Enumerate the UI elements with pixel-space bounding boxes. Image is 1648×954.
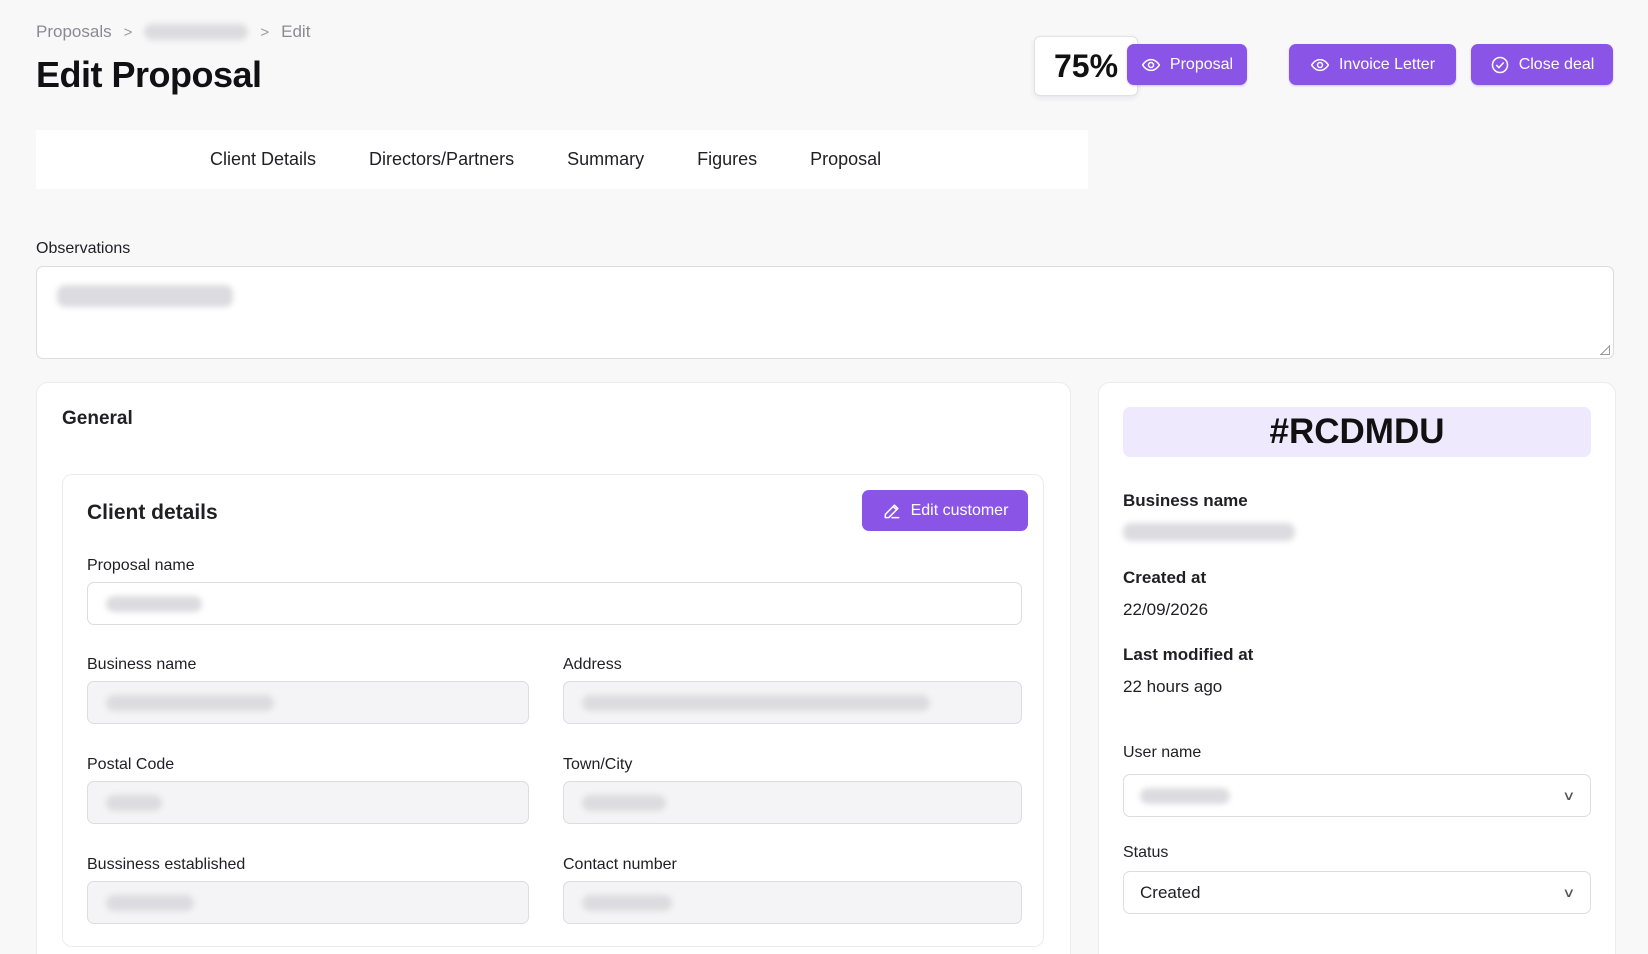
status-label: Status — [1123, 844, 1169, 861]
proposal-name-value-redacted — [106, 595, 202, 612]
view-invoice-letter-button[interactable]: Invoice Letter — [1289, 44, 1456, 85]
proposal-reference-code: #RCDMDU — [1123, 407, 1591, 457]
chevron-down-icon: ∨ — [1562, 884, 1576, 900]
postal-code-value-redacted — [106, 794, 162, 811]
view-proposal-button[interactable]: Proposal — [1127, 44, 1247, 85]
close-deal-button[interactable]: Close deal — [1471, 44, 1613, 85]
breadcrumb-current: Edit — [281, 22, 311, 41]
business-name-value-redacted — [106, 694, 274, 711]
breadcrumb-separator: > — [123, 23, 133, 41]
business-established-label: Bussiness established — [87, 856, 246, 873]
user-name-select[interactable]: ∨ — [1123, 774, 1591, 817]
eye-icon — [1310, 58, 1330, 71]
town-city-label: Town/City — [563, 756, 633, 773]
completion-badge: 75% — [1034, 36, 1138, 96]
address-input[interactable] — [563, 681, 1022, 724]
business-name-label: Business name — [87, 656, 197, 673]
contact-number-label: Contact number — [563, 856, 677, 873]
status-select[interactable]: Created ∨ — [1123, 871, 1591, 914]
chevron-down-icon: ∨ — [1562, 787, 1576, 803]
client-details-card: Client details Edit customer Proposal na… — [62, 474, 1044, 947]
postal-code-label: Postal Code — [87, 756, 175, 773]
observations-text-redacted — [57, 285, 233, 307]
status-value: Created — [1140, 882, 1201, 902]
breadcrumb-proposals-link[interactable]: Proposals — [36, 22, 112, 42]
created-at-value: 22/09/2026 — [1123, 600, 1209, 619]
close-deal-label: Close deal — [1518, 55, 1595, 73]
view-proposal-label: Proposal — [1169, 55, 1234, 73]
edit-customer-label: Edit customer — [910, 501, 1009, 519]
breadcrumb-separator: > — [260, 23, 270, 41]
pencil-icon — [884, 503, 900, 518]
business-established-input[interactable] — [87, 881, 529, 924]
eye-icon — [1141, 58, 1161, 71]
user-name-label: User name — [1123, 744, 1202, 761]
address-value-redacted — [582, 694, 930, 711]
proposal-name-input[interactable] — [87, 582, 1022, 625]
user-name-value-redacted — [1140, 787, 1230, 804]
proposal-summary-card: #RCDMDU Business name Created at 22/09/2… — [1098, 382, 1616, 954]
resize-handle[interactable] — [1600, 345, 1610, 355]
created-at-heading: Created at — [1123, 568, 1207, 587]
edit-customer-button[interactable]: Edit customer — [862, 490, 1028, 531]
client-details-title: Client details — [87, 501, 218, 524]
tab-proposal[interactable]: Proposal — [810, 149, 881, 170]
breadcrumb-proposal-name-redacted[interactable] — [144, 24, 249, 40]
business-name-input[interactable] — [87, 681, 529, 724]
view-invoice-letter-label: Invoice Letter — [1338, 55, 1436, 73]
observations-textarea[interactable] — [36, 266, 1614, 359]
address-label: Address — [563, 656, 622, 673]
postal-code-input[interactable] — [87, 781, 529, 824]
business-name-value-redacted — [1123, 523, 1295, 541]
business-established-value-redacted — [106, 894, 194, 911]
contact-number-input[interactable] — [563, 881, 1022, 924]
proposal-name-label: Proposal name — [87, 557, 195, 574]
contact-number-value-redacted — [582, 894, 672, 911]
town-city-value-redacted — [582, 794, 666, 811]
tab-summary[interactable]: Summary — [567, 149, 644, 170]
tab-directors-partners[interactable]: Directors/Partners — [369, 149, 514, 170]
check-circle-icon — [1491, 56, 1508, 73]
last-modified-value: 22 hours ago — [1123, 677, 1223, 696]
general-card: General Client details Edit customer Pro… — [36, 382, 1071, 954]
breadcrumb: Proposals > > Edit — [36, 22, 310, 42]
page-title: Edit Proposal — [36, 54, 262, 95]
last-modified-heading: Last modified at — [1123, 645, 1254, 664]
business-name-heading: Business name — [1123, 491, 1248, 510]
section-tabs: Client Details Directors/Partners Summar… — [36, 130, 1088, 189]
general-title: General — [62, 408, 133, 429]
tab-client-details[interactable]: Client Details — [210, 149, 316, 170]
tab-figures[interactable]: Figures — [697, 149, 757, 170]
observations-label: Observations — [36, 240, 131, 257]
town-city-input[interactable] — [563, 781, 1022, 824]
